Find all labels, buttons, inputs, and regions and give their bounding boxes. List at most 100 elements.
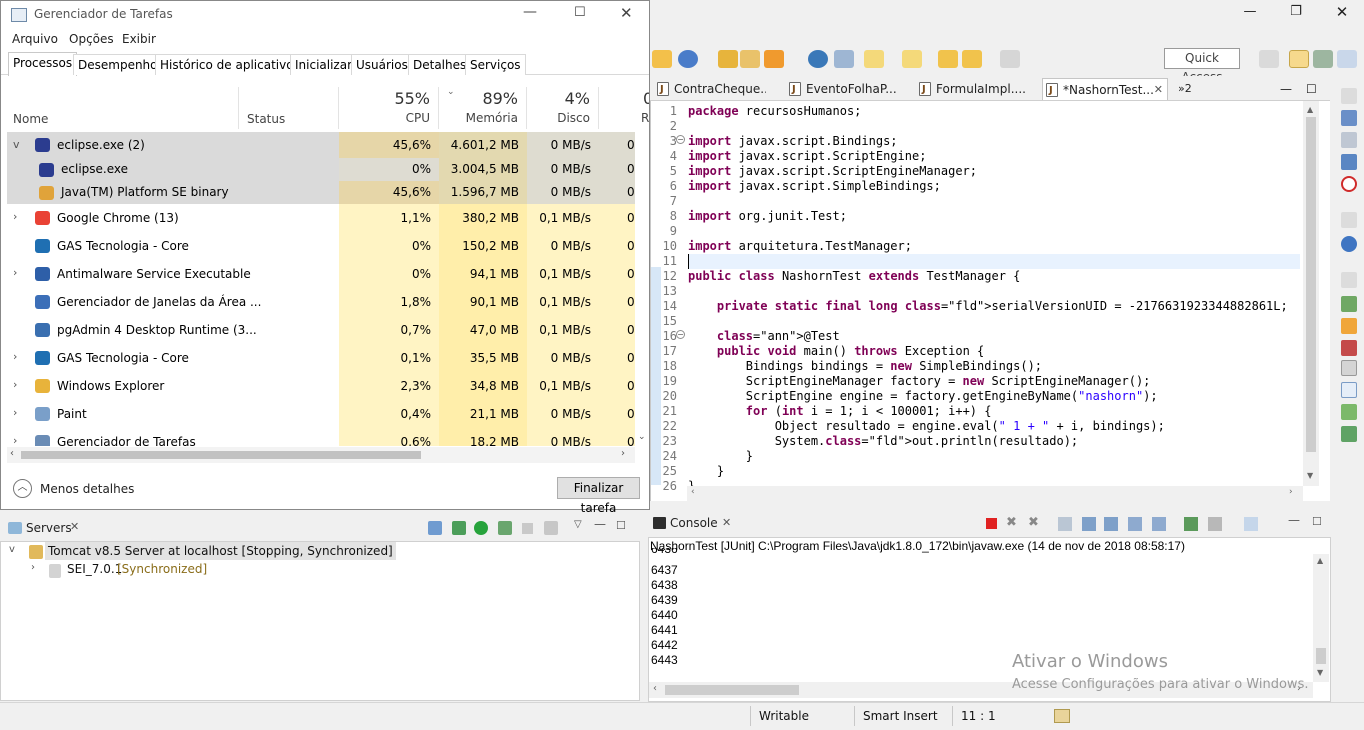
folder-icon[interactable] bbox=[740, 50, 760, 68]
tab-formulaimpl[interactable]: FormulaImpl.... bbox=[916, 78, 1028, 100]
column-memory[interactable]: ⌄ 89% Memória bbox=[439, 87, 527, 129]
fold-icon[interactable]: − bbox=[676, 135, 685, 144]
tasks-icon[interactable] bbox=[1341, 154, 1357, 170]
chevron-right-icon[interactable]: › bbox=[13, 204, 17, 230]
maximize-icon[interactable]: ☐ bbox=[574, 5, 586, 20]
publish-icon[interactable] bbox=[544, 521, 558, 535]
process-row[interactable]: › Google Chrome (13) 1,1% 380,2 MB 0,1 MB/s 0… bbox=[7, 204, 644, 232]
column-network[interactable]: 0 Re bbox=[599, 87, 649, 129]
clear-console-icon[interactable] bbox=[1058, 517, 1072, 531]
chevron-right-icon[interactable]: › bbox=[13, 428, 17, 446]
column-disk[interactable]: 4% Disco bbox=[527, 87, 599, 129]
debug-icon[interactable] bbox=[652, 50, 672, 68]
minimize-icon[interactable]: — bbox=[1230, 2, 1270, 22]
end-task-button[interactable]: Finalizar tarefa bbox=[557, 477, 640, 515]
column-name[interactable]: Nome bbox=[7, 87, 239, 129]
menu-opcoes[interactable]: Opções bbox=[69, 32, 114, 46]
close-tab-icon[interactable]: ✕ bbox=[1154, 79, 1163, 100]
pin-console-icon[interactable] bbox=[1184, 517, 1198, 531]
menu-exibir[interactable]: Exibir bbox=[122, 32, 156, 46]
chevron-right-icon[interactable]: › bbox=[13, 400, 17, 426]
editor-horizontal-scrollbar[interactable]: ‹ › bbox=[687, 486, 1303, 501]
process-horizontal-scrollbar[interactable]: ‹ › bbox=[7, 447, 635, 463]
heap-status-icon[interactable] bbox=[1054, 709, 1070, 723]
column-status[interactable]: Status bbox=[239, 87, 339, 129]
restore-icon[interactable]: ❐ bbox=[1276, 2, 1316, 22]
package-explorer-icon[interactable] bbox=[1341, 110, 1357, 126]
debug-server-icon[interactable] bbox=[428, 521, 442, 535]
minimize-icon[interactable]: — bbox=[523, 4, 537, 20]
minimize-view-icon[interactable]: — bbox=[1288, 513, 1300, 527]
junit-icon[interactable] bbox=[1341, 340, 1357, 356]
tab-processos[interactable]: Processos bbox=[8, 52, 78, 76]
debug-perspective-icon[interactable] bbox=[1313, 50, 1333, 68]
forward-icon[interactable] bbox=[1000, 50, 1020, 68]
chevron-down-icon[interactable]: v bbox=[9, 544, 15, 555]
process-row[interactable]: › Gerenciador de Tarefas 0,6% 18,2 MB 0 MB/s… bbox=[7, 428, 644, 446]
help-icon[interactable] bbox=[1341, 236, 1357, 252]
module-name[interactable]: SEI_7.0.1 bbox=[67, 562, 122, 576]
globe-icon[interactable] bbox=[808, 50, 828, 68]
tab-contracheque[interactable]: ContraCheque... bbox=[654, 78, 766, 100]
process-vertical-scrollbar[interactable]: ⌄ bbox=[635, 132, 649, 446]
word-wrap-icon[interactable] bbox=[1104, 517, 1118, 531]
restore-view-icon[interactable] bbox=[1341, 88, 1357, 104]
next-annotation-icon[interactable] bbox=[864, 50, 884, 68]
tab-inicializar[interactable]: Inicializar bbox=[290, 54, 358, 75]
run-icon[interactable] bbox=[678, 50, 698, 68]
collapse-icon[interactable]: ︿ bbox=[13, 479, 32, 498]
quick-access-input[interactable]: Quick Access bbox=[1164, 48, 1240, 84]
git-icon[interactable] bbox=[1341, 426, 1357, 442]
tab-desempenho[interactable]: Desempenho bbox=[73, 54, 163, 75]
process-row[interactable]: Java(TM) Platform SE binary 45,6% 1.596,7 … bbox=[7, 181, 644, 204]
java-perspective-icon[interactable] bbox=[1289, 50, 1309, 68]
search-icon[interactable] bbox=[834, 50, 854, 68]
perspective-icon[interactable] bbox=[1337, 50, 1357, 68]
less-details-link[interactable]: Menos detalhes bbox=[40, 482, 134, 496]
last-edit-icon[interactable] bbox=[938, 50, 958, 68]
tab-historico[interactable]: Histórico de aplicativos bbox=[155, 54, 305, 75]
remove-all-icon[interactable]: ✖ bbox=[1028, 515, 1039, 530]
console-vertical-scrollbar[interactable]: ▲ ▼ bbox=[1313, 554, 1329, 682]
close-icon[interactable]: ✕ bbox=[1322, 2, 1362, 22]
open-perspective-icon[interactable] bbox=[1259, 50, 1279, 68]
tab-nashorntest[interactable]: *NashornTest...✕ bbox=[1042, 78, 1168, 100]
debug-start-icon[interactable] bbox=[452, 521, 466, 535]
restore-view-icon[interactable] bbox=[1341, 212, 1357, 228]
outline-icon[interactable] bbox=[1341, 132, 1357, 148]
chevron-right-icon[interactable]: › bbox=[31, 562, 35, 573]
remove-launch-icon[interactable]: ✖ bbox=[1006, 515, 1017, 530]
process-row[interactable]: › Windows Explorer 2,3% 34,8 MB 0,1 MB/s 0 bbox=[7, 372, 644, 400]
stop-server-icon[interactable] bbox=[522, 523, 533, 534]
process-row[interactable]: GAS Tecnologia - Core 0% 150,2 MB 0 MB/s 0 bbox=[7, 232, 644, 260]
servers-tab-label[interactable]: Servers bbox=[26, 521, 72, 535]
editor-vertical-scrollbar[interactable]: ▲ ▼ bbox=[1303, 101, 1319, 486]
start-server-icon[interactable] bbox=[474, 521, 488, 535]
profile-server-icon[interactable] bbox=[498, 521, 512, 535]
tab-servicos[interactable]: Serviços bbox=[465, 54, 526, 75]
problems-icon[interactable] bbox=[1341, 176, 1357, 192]
display-console-icon[interactable] bbox=[1208, 517, 1222, 531]
terminate-icon[interactable] bbox=[986, 518, 997, 529]
show-on-error-icon[interactable] bbox=[1152, 517, 1166, 531]
process-row[interactable]: Gerenciador de Janelas da Área ... 1,8% 90… bbox=[7, 288, 644, 316]
maximize-editor-icon[interactable]: ☐ bbox=[1306, 78, 1320, 100]
tab-usuarios[interactable]: Usuários bbox=[351, 54, 413, 75]
tab-overflow[interactable]: »2 bbox=[1176, 78, 1206, 100]
console-tab-label[interactable]: Console bbox=[670, 516, 718, 530]
scroll-lock-icon[interactable] bbox=[1082, 517, 1096, 531]
close-view-icon[interactable]: ✕ bbox=[70, 520, 79, 533]
fold-icon[interactable]: − bbox=[676, 330, 685, 339]
chevron-right-icon[interactable]: › bbox=[13, 344, 17, 370]
process-row[interactable]: eclipse.exe 0% 3.004,5 MB 0 MB/s 0 bbox=[7, 158, 644, 181]
server-item[interactable]: Tomcat v8.5 Server at localhost [Stoppin… bbox=[45, 542, 396, 560]
menu-arquivo[interactable]: Arquivo bbox=[12, 32, 58, 46]
minimize-editor-icon[interactable]: — bbox=[1280, 78, 1294, 100]
snippets-icon[interactable] bbox=[1341, 404, 1357, 420]
build-icon[interactable] bbox=[1341, 318, 1357, 334]
column-cpu[interactable]: 55% CPU bbox=[339, 87, 439, 129]
process-row[interactable]: › GAS Tecnologia - Core 0,1% 35,5 MB 0 MB/s 0 bbox=[7, 344, 644, 372]
chevron-right-icon[interactable]: › bbox=[13, 260, 17, 286]
code-editor[interactable]: 1 2 3 4 5 6 7 8 9 10 11 12 13 14 15 16 17 18 19 20 21 22 23 24 2… bbox=[650, 101, 1330, 501]
process-row[interactable]: › Antimalware Service Executable 0% 94,1 MB… bbox=[7, 260, 644, 288]
